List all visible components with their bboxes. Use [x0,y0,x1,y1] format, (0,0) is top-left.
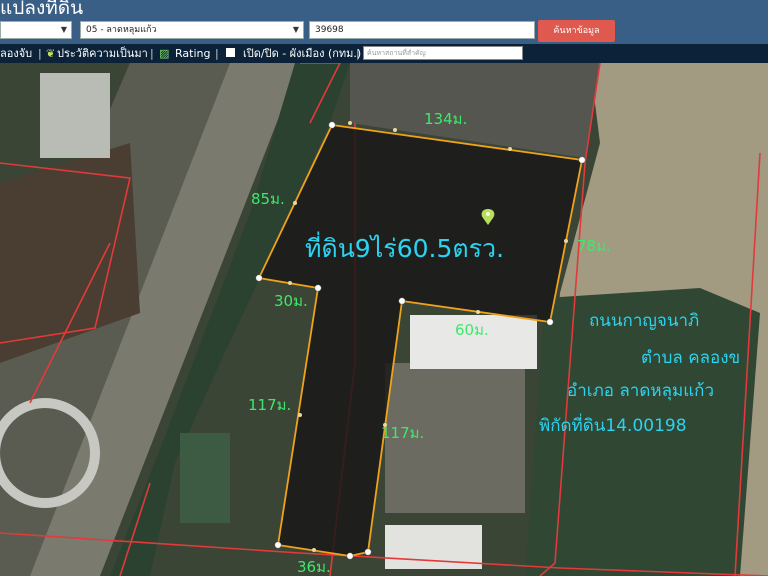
area-label: ที่ดิน9ไร่60.5ตรว. [305,234,505,263]
dimension-inner: 60ม. [455,321,489,339]
toolbar-history-link[interactable]: ประวัติความเป็นมา [57,44,148,63]
toolbar-divider: | [38,47,42,60]
chevron-down-icon: ▼ [292,25,299,34]
dimension-right: 78ม. [577,237,611,255]
satellite-map[interactable]: 134ม. 85ม. 78ม. 30ม. 60ม. 117ม. 117ม. 36… [0,63,768,576]
dimension-left-lower: 117ม. [248,396,292,414]
header-bar: แปลงที่ดิน ▼ 05 - ลาดหลุมแก้ว ▼ 39698 ค้… [0,0,768,44]
parcel-number-value: 39698 [315,25,344,35]
dimension-left-upper: 85ม. [251,190,285,208]
toolbar-parcel-link[interactable]: ลองจับ [0,44,32,63]
map-toolbar: ลองจับ | ❦ ประวัติความเป็นมา | ▨ Rating … [0,44,768,63]
info-coords: พิกัดที่ดิน14.00198 [539,416,687,436]
chevron-down-icon: ▼ [60,25,67,34]
toolbar-divider: | [356,47,360,60]
pond [180,433,230,523]
dimension-top: 134ม. [424,110,468,128]
toolbar-city-plan-label: เปิด/ปิด - ผังเมือง (กทม.) [243,47,362,60]
district-select[interactable]: 05 - ลาดหลุมแก้ว ▼ [80,21,304,39]
info-district: อำเภอ ลาดหลุมแก้ว [567,381,715,401]
search-button[interactable]: ค้นหาข้อมูล [538,20,615,42]
toolbar-divider: | [215,47,219,60]
district-select-value: 05 - ลาดหลุมแก้ว [86,25,157,35]
dimension-notch: 30ม. [274,292,308,310]
page-title: แปลงที่ดิน [0,0,84,19]
dimension-bottom: 36ม. [297,558,331,576]
toolbar-divider: | [150,47,154,60]
province-select[interactable]: ▼ [0,21,72,39]
parcel-number-input[interactable]: 39698 [309,21,535,39]
place-search-input[interactable]: ค้นหาสถานที่สำคัญ [363,46,523,60]
info-subdistrict: ตำบล คลองข [641,348,741,368]
info-road: ถนนกาญจนาภิ [589,311,700,331]
dimension-inner-lower: 117ม. [381,424,425,442]
sprout-icon: ❦ [46,47,56,60]
toolbar-rating-link[interactable]: Rating [175,44,210,63]
rating-icon: ▨ [159,47,170,60]
city-plan-checkbox[interactable] [226,48,235,57]
building-roof [40,73,110,158]
